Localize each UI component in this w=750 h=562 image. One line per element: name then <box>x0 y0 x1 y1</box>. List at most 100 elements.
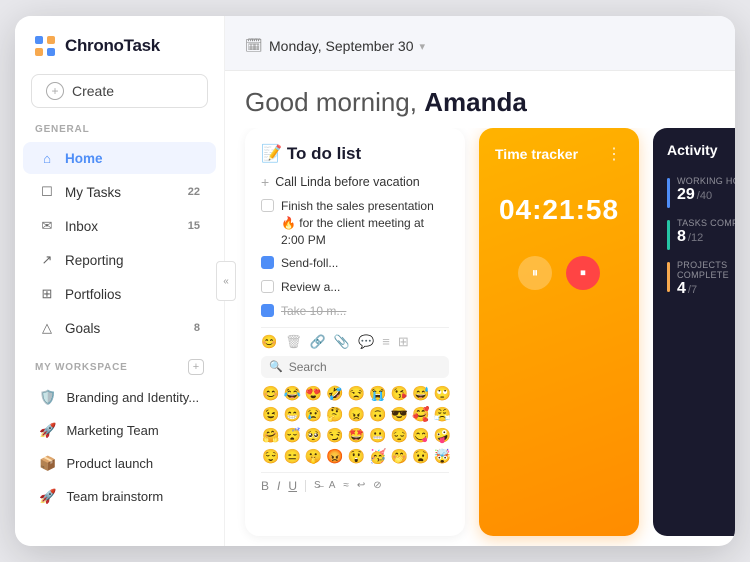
emoji-19[interactable]: 🤗 <box>261 426 280 445</box>
emoji-18[interactable]: 😤 <box>433 405 452 424</box>
cards-row: 📝 To do list + Finish the sales presenta… <box>225 128 735 546</box>
time-tracker-menu-icon[interactable]: ⋮ <box>606 144 623 164</box>
todo-checkbox-1[interactable] <box>261 199 274 212</box>
sidebar: ChronoTask + Create GENERAL ⌂ Home ☐ My … <box>15 16 225 546</box>
sidebar-item-home[interactable]: ⌂ Home <box>23 142 216 174</box>
logo-icon <box>35 36 55 56</box>
emoji-16[interactable]: 😎 <box>390 405 409 424</box>
emoji-24[interactable]: 😬 <box>368 426 387 445</box>
product-icon: 📦 <box>39 455 56 472</box>
emoji-14[interactable]: 😠 <box>347 405 366 424</box>
emoji-35[interactable]: 😧 <box>411 447 430 466</box>
emoji-9[interactable]: 🙄 <box>433 384 452 403</box>
format-extra-1[interactable]: S̶ <box>314 480 321 491</box>
emoji-grid-icon[interactable]: ⊞ <box>398 334 409 350</box>
emoji-31[interactable]: 😡 <box>325 447 344 466</box>
sidebar-collapse-button[interactable]: « <box>216 261 236 301</box>
sidebar-item-goals[interactable]: △ Goals 8 <box>23 312 216 344</box>
create-plus-icon: + <box>46 82 64 100</box>
sidebar-item-my-tasks[interactable]: ☐ My Tasks 22 <box>23 176 216 208</box>
emoji-34[interactable]: 🤭 <box>390 447 409 466</box>
emoji-3[interactable]: 😍 <box>304 384 323 403</box>
workspace-section-header: MY WORKSPACE + <box>15 345 224 381</box>
emoji-8[interactable]: 😅 <box>411 384 430 403</box>
workspace-item-brainstorm[interactable]: 🚀 Team brainstorm <box>23 481 216 512</box>
emoji-15[interactable]: 🙃 <box>368 405 387 424</box>
tasks-completed-indicator <box>667 220 670 250</box>
date-chevron-icon[interactable]: ▾ <box>420 40 426 53</box>
todo-add-input[interactable] <box>275 175 449 189</box>
emoji-17[interactable]: 🥰 <box>411 405 430 424</box>
emoji-6[interactable]: 😭 <box>368 384 387 403</box>
format-extra-2[interactable]: A <box>329 480 336 491</box>
emoji-attach-icon[interactable]: 📎 <box>334 334 350 350</box>
emoji-link-icon[interactable]: 🔗 <box>310 334 326 350</box>
format-bold-button[interactable]: B <box>261 479 269 493</box>
emoji-27[interactable]: 🤪 <box>433 426 452 445</box>
emoji-20[interactable]: 😴 <box>282 426 301 445</box>
working-hours-value: 29 <box>677 186 695 204</box>
activity-stat-tasks-completed: Tasks completed 8 /12 <box>667 218 735 246</box>
emoji-33[interactable]: 🥳 <box>368 447 387 466</box>
emoji-11[interactable]: 😁 <box>282 405 301 424</box>
emoji-delete-icon[interactable]: 🗑 <box>285 334 302 350</box>
format-extra-5[interactable]: ⊘ <box>373 480 381 491</box>
todo-checkbox-2[interactable] <box>261 256 274 269</box>
emoji-29[interactable]: 😑 <box>282 447 301 466</box>
create-button[interactable]: + Create <box>31 74 208 108</box>
emoji-23[interactable]: 🤩 <box>347 426 366 445</box>
emoji-32[interactable]: 😲 <box>347 447 366 466</box>
sidebar-item-portfolios[interactable]: ⊞ Portfolios <box>23 278 216 310</box>
workspace-marketing-label: Marketing Team <box>66 423 158 438</box>
emoji-26[interactable]: 😋 <box>411 426 430 445</box>
todo-checkbox-3[interactable] <box>261 280 274 293</box>
format-underline-button[interactable]: U <box>288 479 297 493</box>
time-tracker-card: Time tracker ⋮ 04:21:58 ⏸ ⏹ <box>479 128 639 536</box>
emoji-4[interactable]: 🤣 <box>325 384 344 403</box>
emoji-36[interactable]: 🤯 <box>433 447 452 466</box>
workspace-add-button[interactable]: + <box>188 359 204 375</box>
emoji-25[interactable]: 😔 <box>390 426 409 445</box>
sidebar-item-reporting[interactable]: ↗ Reporting <box>23 244 216 276</box>
format-extra-4[interactable]: ↩ <box>357 480 365 491</box>
my-tasks-badge: 22 <box>188 186 200 198</box>
emoji-21[interactable]: 🥺 <box>304 426 323 445</box>
emoji-30[interactable]: 🤫 <box>304 447 323 466</box>
format-extra-3[interactable]: ≈ <box>343 480 349 491</box>
time-tracker-stop-button[interactable]: ⏹ <box>566 256 600 290</box>
todo-item-text-1: Finish the sales presentation 🔥 for the … <box>281 198 449 248</box>
my-tasks-icon: ☐ <box>39 184 55 200</box>
emoji-22[interactable]: 😏 <box>325 426 344 445</box>
workspace-item-product[interactable]: 📦 Product launch <box>23 448 216 479</box>
emoji-12[interactable]: 😢 <box>304 405 323 424</box>
emoji-7[interactable]: 😘 <box>390 384 409 403</box>
emoji-10[interactable]: 😉 <box>261 405 280 424</box>
emoji-grid: 😊 😂 😍 🤣 😒 😭 😘 😅 🙄 😉 😁 😢 🤔 😠 🙃 😎 <box>261 384 449 466</box>
emoji-smile-icon[interactable]: 😊 <box>261 334 277 350</box>
time-tracker-display: 04:21:58 <box>495 194 623 226</box>
emoji-comment-icon[interactable]: 💬 <box>358 334 374 350</box>
greeting-name: Amanda <box>424 87 527 117</box>
sidebar-logo: ChronoTask <box>15 36 224 74</box>
time-tracker-pause-button[interactable]: ⏸ <box>518 256 552 290</box>
workspace-item-branding[interactable]: 🛡️ Branding and Identity... <box>23 382 216 413</box>
emoji-2[interactable]: 😂 <box>282 384 301 403</box>
sidebar-item-inbox[interactable]: ✉ Inbox 15 <box>23 210 216 242</box>
emoji-search-input[interactable] <box>289 360 441 374</box>
emoji-list-icon[interactable]: ≡ <box>382 334 390 349</box>
emoji-28[interactable]: 😌 <box>261 447 280 466</box>
emoji-13[interactable]: 🤔 <box>325 405 344 424</box>
goals-icon: △ <box>39 320 55 336</box>
todo-checkbox-4[interactable] <box>261 304 274 317</box>
workspace-branding-label: Branding and Identity... <box>66 390 199 405</box>
sidebar-item-goals-label: Goals <box>65 321 184 336</box>
todo-item-4: Take 10 m... <box>261 303 449 320</box>
working-hours-denom: /40 <box>697 190 712 202</box>
emoji-1[interactable]: 😊 <box>261 384 280 403</box>
emoji-5[interactable]: 😒 <box>347 384 366 403</box>
marketing-icon: 🚀 <box>39 422 56 439</box>
format-italic-button[interactable]: I <box>277 479 280 493</box>
workspace-item-marketing[interactable]: 🚀 Marketing Team <box>23 415 216 446</box>
time-tracker-controls: ⏸ ⏹ <box>495 256 623 290</box>
inbox-badge: 15 <box>188 220 200 232</box>
